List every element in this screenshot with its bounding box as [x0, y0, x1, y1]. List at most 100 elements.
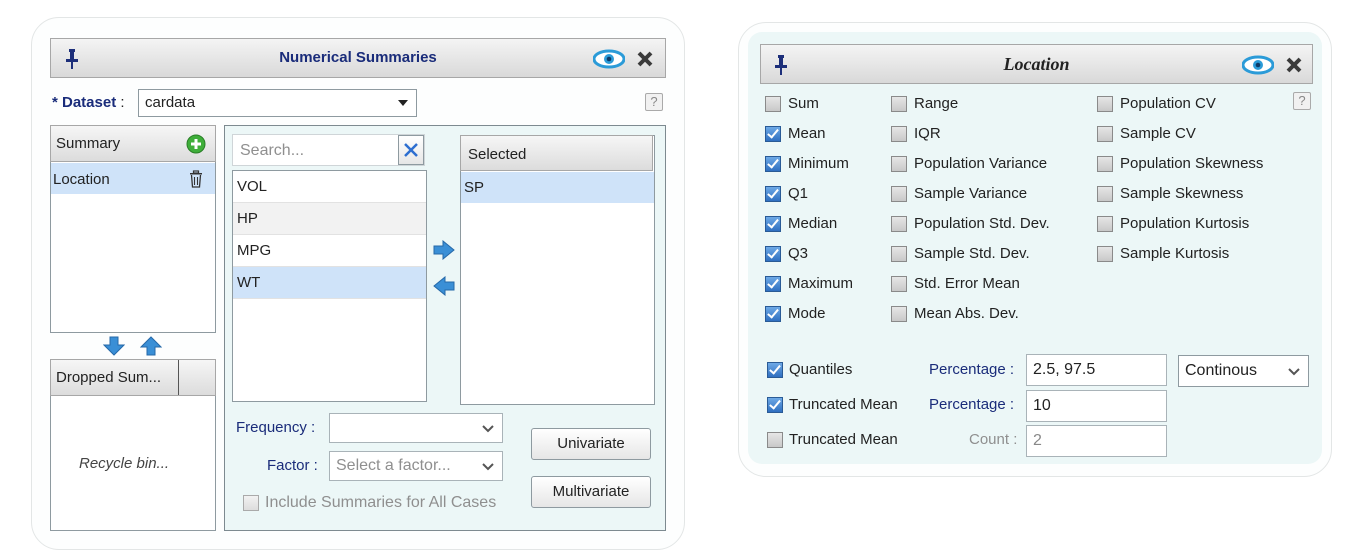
panel-title: Location: [1003, 54, 1070, 74]
summary-item-label: Location: [53, 171, 110, 188]
quantiles-checkbox[interactable]: [767, 362, 783, 378]
recycle-bin-text: Recycle bin...: [79, 455, 170, 472]
stat-checkbox-label: Sample Std. Dev.: [914, 245, 1030, 262]
search-input[interactable]: Search...: [232, 134, 425, 166]
stat-checkbox[interactable]: [891, 276, 907, 292]
chevron-down-icon: [398, 100, 408, 106]
truncated-mean-percentage-checkbox[interactable]: [767, 397, 783, 413]
arrow-up-icon[interactable]: [140, 336, 162, 356]
quantile-method-select[interactable]: Continous: [1178, 355, 1309, 387]
stat-checkbox[interactable]: [1097, 96, 1113, 112]
arrow-down-icon[interactable]: [103, 336, 125, 356]
dataset-select-value: cardata: [145, 94, 196, 111]
list-item[interactable]: MPG: [233, 235, 426, 267]
stat-checkbox[interactable]: [891, 96, 907, 112]
truncated-count-input[interactable]: 2: [1026, 425, 1167, 457]
include-all-checkbox[interactable]: [243, 495, 259, 511]
help-icon[interactable]: ?: [645, 93, 663, 111]
chevron-down-icon: [1288, 368, 1300, 376]
dropped-header: Dropped Sum...: [50, 359, 216, 396]
selected-item[interactable]: SP: [461, 172, 654, 203]
pin-icon[interactable]: [65, 48, 79, 70]
stat-checkbox[interactable]: [1097, 186, 1113, 202]
selected-header: Selected: [460, 135, 653, 171]
location-titlebar: Location: [760, 44, 1313, 84]
stat-checkbox-label: Population Skewness: [1120, 155, 1264, 172]
list-item[interactable]: HP: [233, 203, 426, 235]
stat-checkbox-label: Mode: [788, 305, 826, 322]
quantiles-percentage-value: 2.5, 97.5: [1033, 361, 1096, 378]
dataset-label: * Dataset :: [52, 94, 125, 111]
close-icon[interactable]: [1285, 56, 1303, 74]
move-left-icon[interactable]: [433, 276, 455, 296]
multivariate-button[interactable]: Multivariate: [531, 476, 651, 508]
panel-title: Numerical Summaries: [279, 49, 437, 66]
frequency-label: Frequency :: [236, 419, 316, 436]
summary-header: Summary: [50, 125, 216, 162]
stat-checkbox[interactable]: [765, 216, 781, 232]
quantile-method-value: Continous: [1185, 362, 1258, 379]
dataset-label-colon: :: [120, 94, 125, 111]
stat-checkbox-label: Q3: [788, 245, 809, 262]
stat-checkbox[interactable]: [765, 246, 781, 262]
stat-checkbox-label: Range: [914, 95, 959, 112]
stat-checkbox-label: Maximum: [788, 275, 854, 292]
stat-checkbox-label: Minimum: [788, 155, 849, 172]
help-icon[interactable]: ?: [1293, 92, 1311, 110]
stat-checkbox-label: Std. Error Mean: [914, 275, 1020, 292]
stat-checkbox[interactable]: [1097, 156, 1113, 172]
selected-item-label: SP: [464, 179, 485, 196]
summary-item[interactable]: Location: [51, 163, 215, 194]
stat-checkbox[interactable]: [765, 306, 781, 322]
eye-icon[interactable]: [593, 49, 625, 69]
add-summary-icon[interactable]: [186, 134, 206, 154]
stat-checkbox[interactable]: [891, 126, 907, 142]
chevron-down-icon: [482, 463, 494, 471]
list-item-label: WT: [237, 274, 261, 291]
header-divider: [178, 360, 179, 395]
list-item[interactable]: WT: [233, 267, 426, 299]
chevron-down-icon: [482, 425, 494, 433]
stat-checkbox[interactable]: [1097, 126, 1113, 142]
list-item[interactable]: VOL: [233, 171, 426, 203]
factor-select[interactable]: Select a factor...: [329, 451, 503, 481]
stat-checkbox-label: Mean: [788, 125, 826, 142]
stat-checkbox[interactable]: [891, 246, 907, 262]
trash-icon[interactable]: [188, 170, 204, 188]
stat-checkbox-label: Population Kurtosis: [1120, 215, 1250, 232]
stat-checkbox[interactable]: [765, 96, 781, 112]
pin-icon[interactable]: [774, 54, 788, 76]
univariate-button[interactable]: Univariate: [531, 428, 651, 460]
stat-checkbox[interactable]: [765, 276, 781, 292]
quantiles-percentage-label: Percentage :: [929, 361, 1015, 378]
list-item-label: VOL: [237, 178, 268, 195]
close-icon[interactable]: [636, 50, 654, 68]
dataset-label-text: * Dataset: [52, 94, 117, 111]
dataset-select[interactable]: cardata: [138, 89, 417, 117]
clear-search-button[interactable]: [398, 135, 424, 165]
move-right-icon[interactable]: [433, 240, 455, 260]
stat-checkbox-label: Sum: [788, 95, 819, 112]
stat-checkbox[interactable]: [891, 306, 907, 322]
stat-checkbox[interactable]: [1097, 216, 1113, 232]
frequency-select[interactable]: [329, 413, 503, 443]
quantiles-percentage-input[interactable]: 2.5, 97.5: [1026, 354, 1167, 386]
stat-checkbox-label: Sample CV: [1120, 125, 1196, 142]
truncated-mean-count-checkbox[interactable]: [767, 432, 783, 448]
stat-checkbox[interactable]: [1097, 246, 1113, 262]
stat-checkbox[interactable]: [765, 156, 781, 172]
eye-icon[interactable]: [1242, 55, 1274, 75]
stat-checkbox[interactable]: [765, 186, 781, 202]
selected-header-label: Selected: [468, 146, 527, 163]
numerical-summaries-titlebar: Numerical Summaries: [50, 38, 666, 78]
factor-placeholder: Select a factor...: [336, 457, 451, 474]
stat-checkbox[interactable]: [891, 156, 907, 172]
truncated-percentage-input[interactable]: 10: [1026, 390, 1167, 422]
stat-checkbox-label: Median: [788, 215, 838, 232]
stat-checkbox-label: Q1: [788, 185, 809, 202]
truncated-percentage-value: 10: [1033, 397, 1051, 414]
stat-checkbox[interactable]: [891, 186, 907, 202]
stat-checkbox[interactable]: [765, 126, 781, 142]
stat-checkbox[interactable]: [891, 216, 907, 232]
factor-label: Factor :: [267, 457, 318, 474]
